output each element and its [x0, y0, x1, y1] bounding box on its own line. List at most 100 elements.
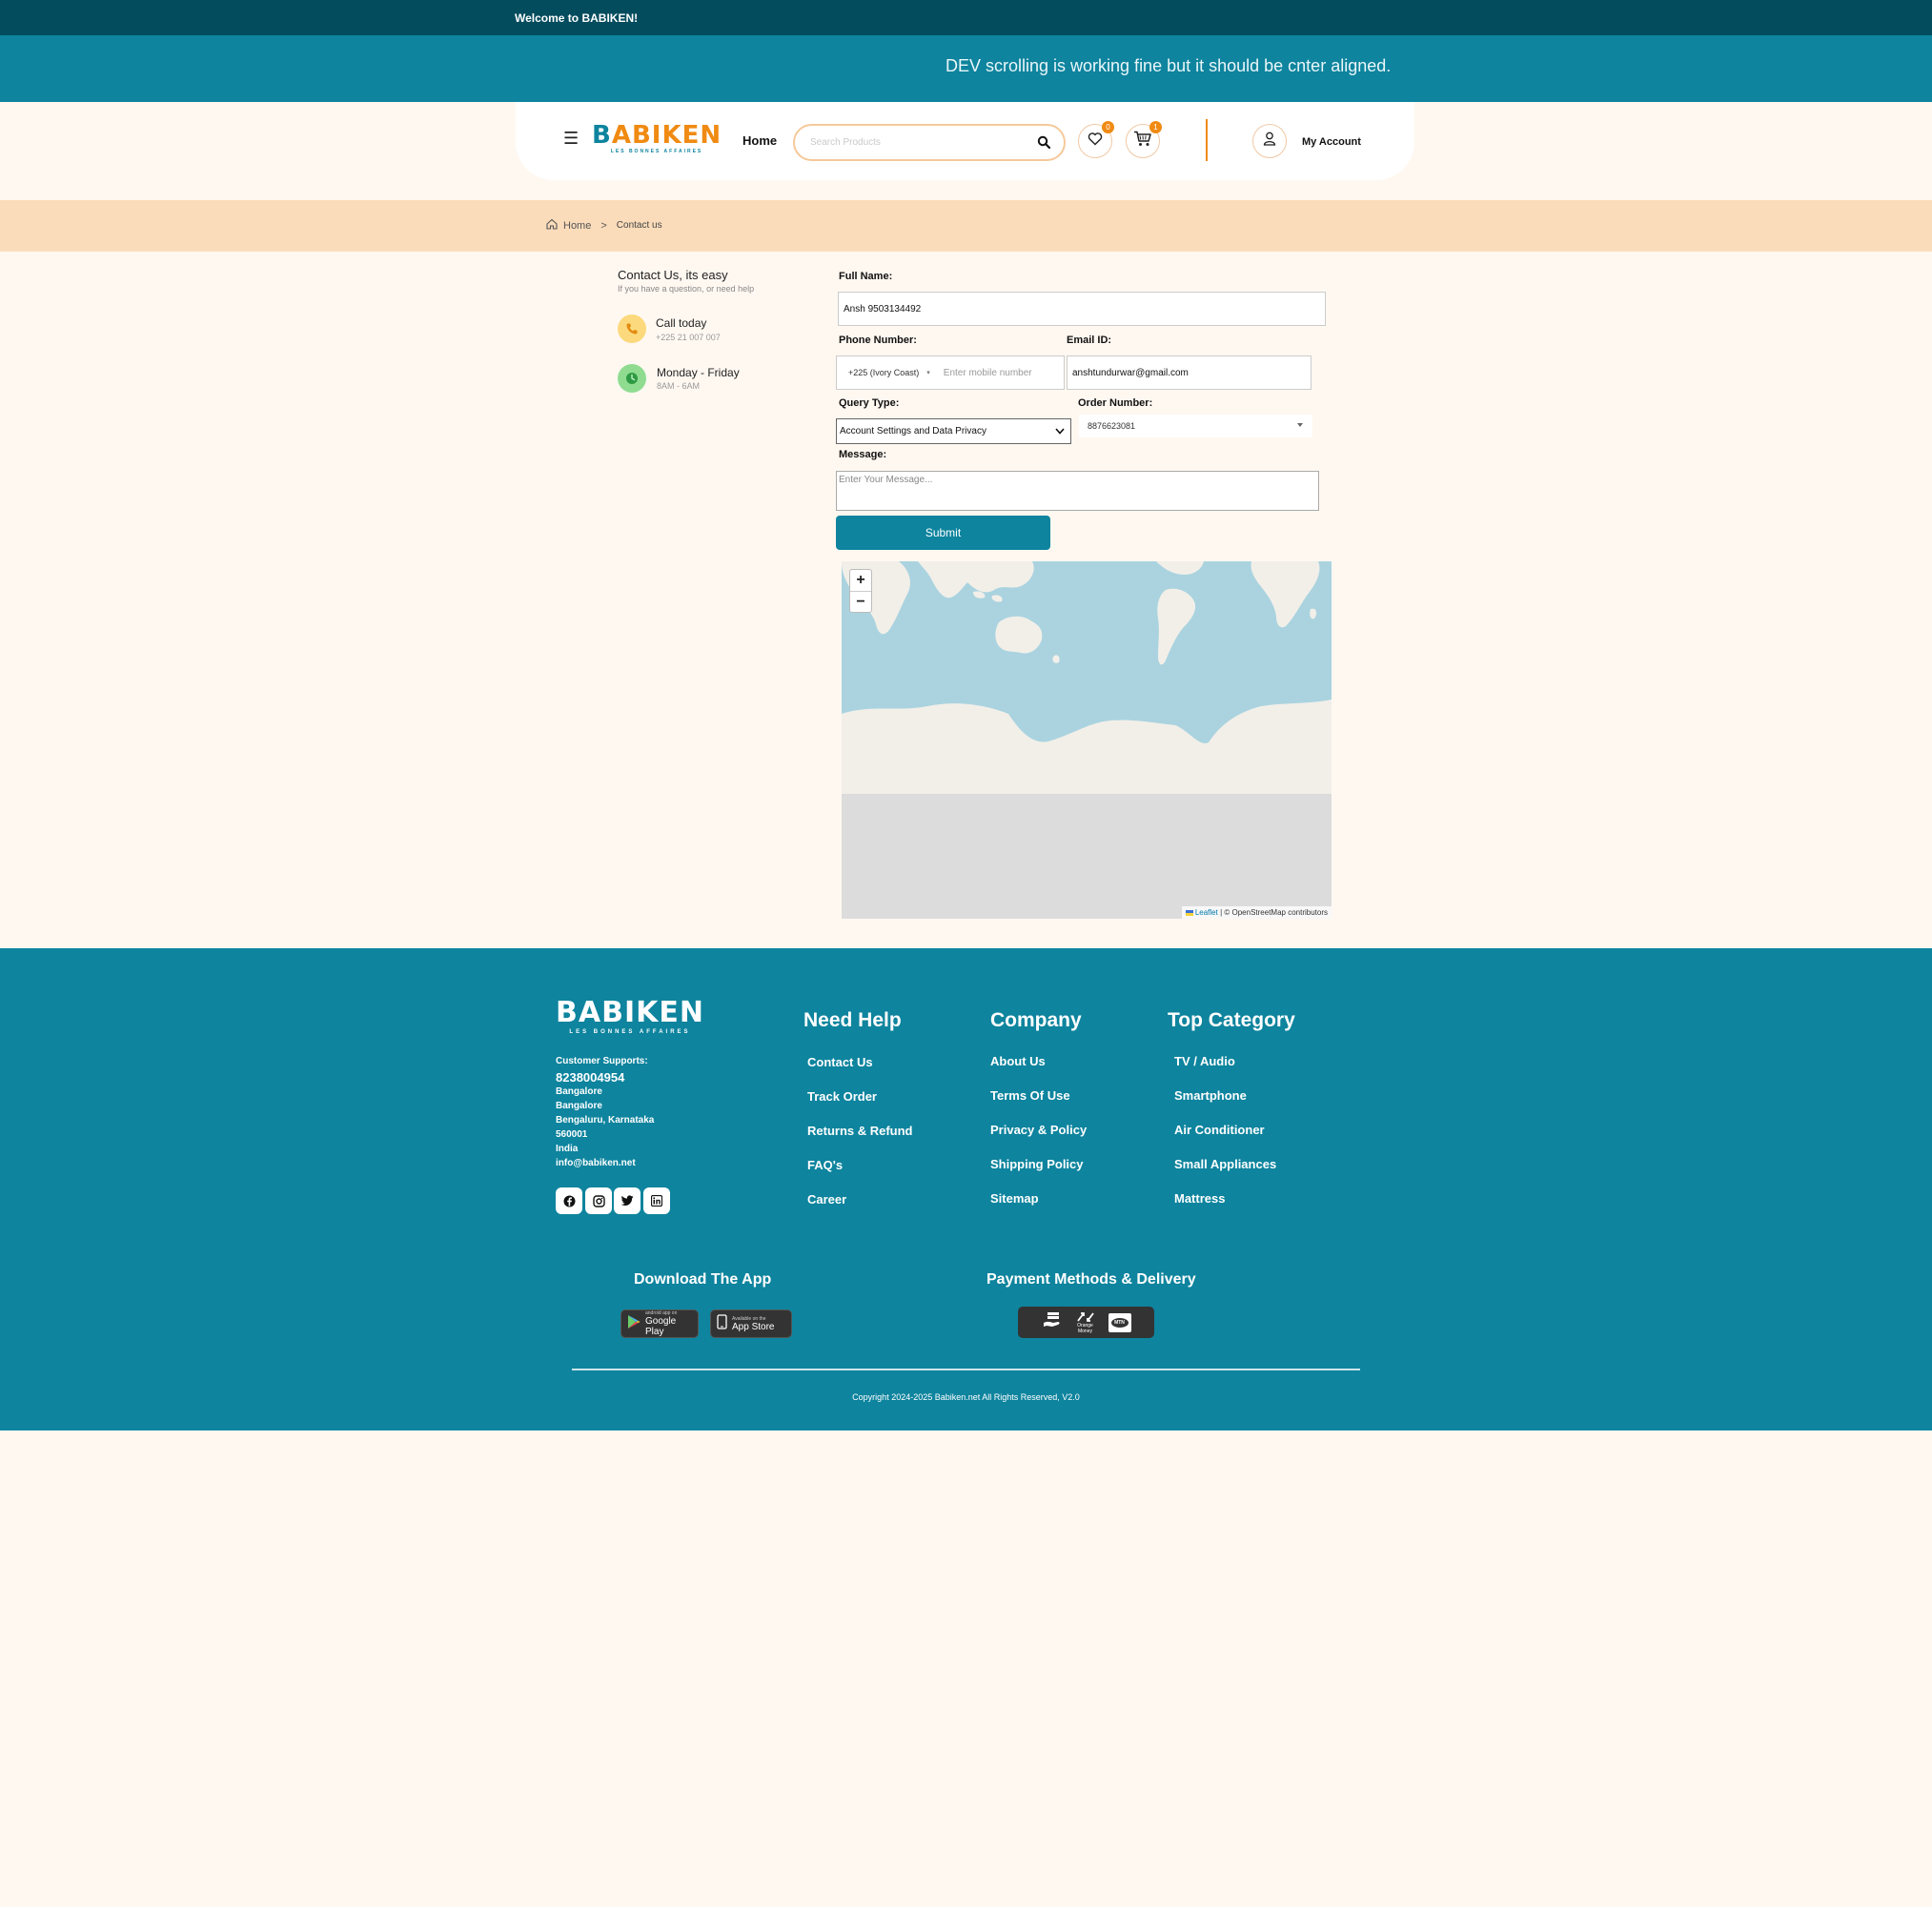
query-type-label: Query Type:: [839, 397, 900, 409]
submit-button[interactable]: Submit: [836, 516, 1050, 550]
phone-input[interactable]: +225 (Ivory Coast) ▾ Enter mobile number: [836, 355, 1065, 390]
leaflet-link[interactable]: Leaflet: [1195, 908, 1218, 917]
address-line: Bengaluru, Karnataka: [556, 1115, 655, 1126]
footer-link-sitemap[interactable]: Sitemap: [990, 1191, 1039, 1206]
menu-icon[interactable]: ☰: [563, 129, 579, 149]
app-store-label: App Store: [732, 1321, 775, 1332]
welcome-text: Welcome to BABIKEN!: [515, 11, 639, 25]
cart-count-badge: 1: [1149, 121, 1162, 133]
footer-link-mattress[interactable]: Mattress: [1174, 1191, 1225, 1206]
payment-methods-heading: Payment Methods & Delivery: [986, 1271, 1196, 1288]
customer-support-phone: 8238004954: [556, 1070, 625, 1085]
cart-button[interactable]: 1: [1126, 121, 1162, 158]
email-input[interactable]: anshtundurwar@gmail.com: [1067, 355, 1312, 390]
message-label: Message:: [839, 449, 887, 460]
footer-logo-text: BABIKEN: [556, 996, 704, 1029]
zoom-out-button[interactable]: −: [850, 591, 871, 612]
query-type-select[interactable]: Account Settings and Data Privacy: [836, 418, 1071, 444]
caret-down-icon: [1297, 423, 1303, 427]
order-number-label: Order Number:: [1078, 397, 1153, 409]
footer-link-terms-of-use[interactable]: Terms Of Use: [990, 1088, 1070, 1103]
heart-icon: [1088, 132, 1103, 151]
announcement-text: DEV scrolling is working fine but it sho…: [946, 56, 1392, 75]
top-category-heading: Top Category: [1168, 1009, 1295, 1031]
cart-icon: [1133, 131, 1152, 152]
footer-link-air-conditioner[interactable]: Air Conditioner: [1174, 1123, 1265, 1137]
call-number: +225 21 007 007: [656, 333, 721, 342]
google-play-label: Google Play: [645, 1316, 677, 1337]
instagram-icon[interactable]: [585, 1187, 612, 1214]
logo-text: BABIKEN: [592, 121, 722, 150]
footer-link-small-appliances[interactable]: Small Appliances: [1174, 1157, 1276, 1171]
download-app-heading: Download The App: [634, 1271, 772, 1288]
footer-link-tv-audio[interactable]: TV / Audio: [1174, 1054, 1235, 1068]
my-account-link[interactable]: My Account: [1302, 136, 1361, 148]
footer-link-privacy-policy[interactable]: Privacy & Policy: [990, 1123, 1087, 1137]
map-zoom-control: + −: [849, 569, 872, 613]
footer-logo[interactable]: BABIKEN LES BONNES AFFAIRES: [556, 996, 704, 1036]
footer-link-about-us[interactable]: About Us: [990, 1054, 1046, 1068]
map-tiles[interactable]: [842, 561, 1332, 919]
full-name-label: Full Name:: [839, 271, 893, 282]
footer-logo-tagline: LES BONNES AFFAIRES: [569, 1029, 691, 1035]
phone-device-icon: [717, 1313, 727, 1334]
footer-email[interactable]: info@babiken.net: [556, 1158, 636, 1168]
user-icon: [1263, 132, 1276, 151]
message-placeholder: Enter Your Message...: [839, 475, 933, 485]
hours-label: Monday - Friday: [657, 366, 740, 379]
footer-link-returns-refund[interactable]: Returns & Refund: [807, 1124, 913, 1138]
cash-hand-icon: [1042, 1309, 1063, 1335]
site-header: ☰ BABIKEN LES BONNES AFFAIRES Home Searc…: [516, 102, 1414, 180]
search-icon[interactable]: [1037, 135, 1051, 153]
phone-icon: [618, 314, 646, 343]
breadcrumb-current: Contact us: [616, 220, 662, 231]
country-chevron-icon[interactable]: ▾: [926, 369, 930, 376]
nav-home-link[interactable]: Home: [742, 133, 777, 148]
mobile-number-placeholder[interactable]: Enter mobile number: [944, 368, 1032, 378]
email-label: Email ID:: [1067, 335, 1112, 346]
contact-title: Contact Us, its easy: [618, 268, 728, 282]
need-help-heading: Need Help: [803, 1009, 902, 1031]
country-code-select[interactable]: +225 (Ivory Coast): [848, 368, 919, 377]
footer-link-faqs[interactable]: FAQ's: [807, 1158, 843, 1172]
google-play-button[interactable]: android app on Google Play: [620, 1309, 699, 1338]
orange-money-icon: Orange Money: [1074, 1311, 1097, 1334]
footer-link-shipping-policy[interactable]: Shipping Policy: [990, 1157, 1084, 1171]
footer-link-smartphone[interactable]: Smartphone: [1174, 1088, 1247, 1103]
top-welcome-bar: Welcome to BABIKEN!: [0, 0, 1932, 35]
call-today-label: Call today: [656, 316, 707, 330]
message-textarea[interactable]: Enter Your Message...: [836, 471, 1319, 511]
hours-value: 8AM - 6AM: [657, 381, 701, 391]
order-number-select[interactable]: 8876623081: [1079, 415, 1312, 437]
home-icon[interactable]: [546, 218, 558, 233]
company-heading: Company: [990, 1009, 1082, 1031]
clock-icon: [618, 364, 646, 393]
linkedin-icon[interactable]: [643, 1187, 670, 1214]
zoom-in-button[interactable]: +: [850, 570, 871, 591]
footer-link-contact-us[interactable]: Contact Us: [807, 1055, 873, 1069]
logo-tagline: LES BONNES AFFAIRES: [610, 149, 703, 154]
search-input[interactable]: Search Products: [810, 137, 881, 148]
footer-link-career[interactable]: Career: [807, 1192, 846, 1207]
submit-label: Submit: [925, 526, 962, 539]
query-type-value: Account Settings and Data Privacy: [840, 426, 986, 436]
address-line: Bangalore: [556, 1101, 602, 1111]
site-logo[interactable]: BABIKEN LES BONNES AFFAIRES: [592, 123, 722, 154]
location-map[interactable]: + − Leaflet | © OpenStreetMap contributo…: [842, 561, 1332, 919]
address-line: India: [556, 1144, 579, 1154]
full-name-input[interactable]: Ansh 9503134492: [838, 292, 1326, 326]
app-store-button[interactable]: Available on the App Store: [710, 1309, 792, 1338]
osm-attribution: | © OpenStreetMap contributors: [1217, 908, 1328, 917]
facebook-icon[interactable]: [556, 1187, 582, 1214]
footer-link-track-order[interactable]: Track Order: [807, 1089, 877, 1104]
mtn-label: MTN: [1110, 1317, 1129, 1328]
site-footer: BABIKEN LES BONNES AFFAIRES Customer Sup…: [0, 948, 1932, 1430]
order-number-value: 8876623081: [1088, 421, 1136, 431]
google-play-icon: [627, 1314, 641, 1334]
twitter-icon[interactable]: [614, 1187, 641, 1214]
footer-divider: [572, 1369, 1360, 1370]
wishlist-button[interactable]: 0: [1078, 121, 1114, 158]
account-button[interactable]: [1252, 124, 1287, 158]
breadcrumb-home[interactable]: Home: [563, 220, 591, 232]
search-bar[interactable]: Search Products: [793, 124, 1066, 161]
